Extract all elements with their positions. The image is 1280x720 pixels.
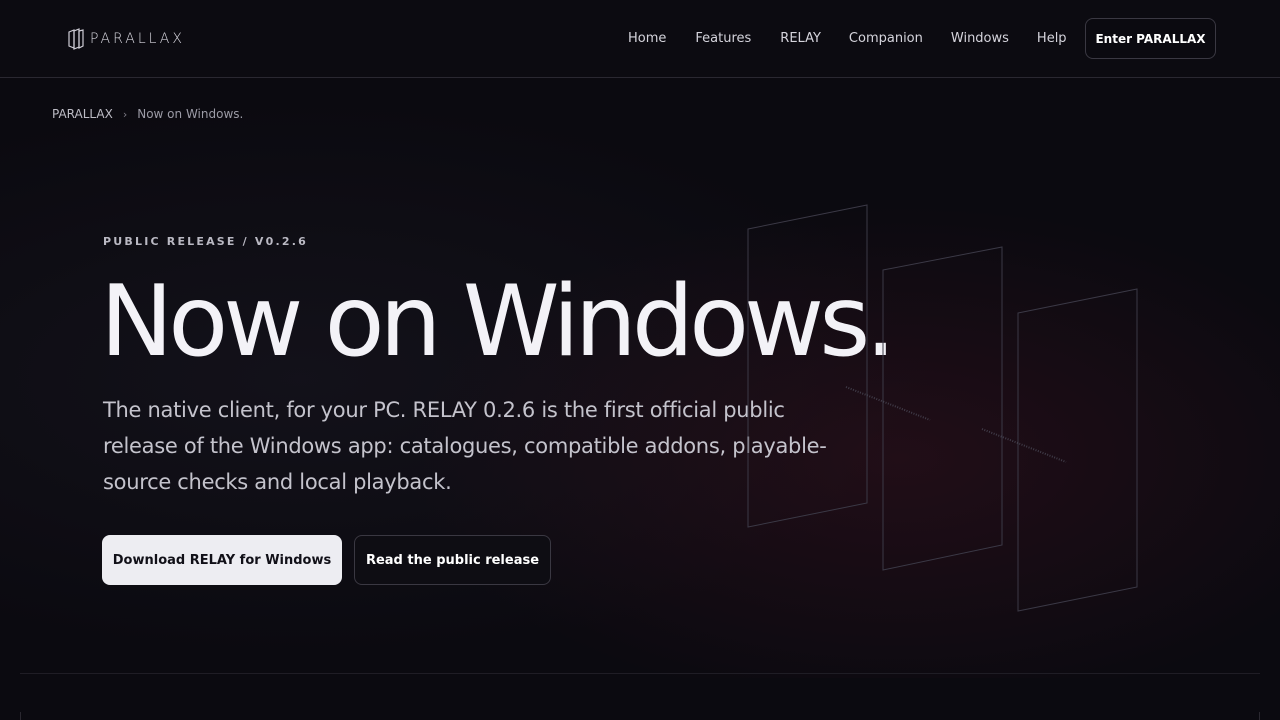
main-nav: Home Features RELAY Companion Windows He… bbox=[628, 31, 1067, 47]
nav-relay[interactable]: RELAY bbox=[780, 31, 821, 47]
breadcrumb-root[interactable]: PARALLAX bbox=[52, 107, 113, 121]
nav-windows[interactable]: Windows bbox=[951, 31, 1009, 47]
brand-name: PARALLAX bbox=[90, 31, 185, 47]
window-panels-illustration bbox=[747, 204, 1138, 612]
brand-logo[interactable]: PARALLAX bbox=[68, 28, 185, 50]
section-divider bbox=[20, 673, 1260, 674]
release-eyebrow: PUBLIC RELEASE / V0.2.6 bbox=[103, 235, 308, 248]
nav-companion[interactable]: Companion bbox=[849, 31, 923, 47]
breadcrumb: PARALLAX › Now on Windows. bbox=[52, 107, 243, 121]
top-navigation-bar: PARALLAX Home Features RELAY Companion W… bbox=[0, 0, 1280, 78]
panel-middle bbox=[882, 246, 1003, 571]
panel-left bbox=[747, 204, 868, 528]
breadcrumb-current: Now on Windows. bbox=[137, 107, 244, 121]
download-relay-button[interactable]: Download RELAY for Windows bbox=[102, 535, 342, 585]
nav-help[interactable]: Help bbox=[1037, 31, 1067, 47]
breadcrumb-separator: › bbox=[122, 107, 128, 121]
hero-description: The native client, for your PC. RELAY 0.… bbox=[103, 398, 827, 494]
parallax-logo-icon bbox=[68, 28, 84, 50]
enter-parallax-button[interactable]: Enter PARALLAX bbox=[1085, 18, 1216, 59]
read-release-button[interactable]: Read the public release bbox=[354, 535, 551, 585]
nav-features[interactable]: Features bbox=[695, 31, 751, 47]
next-section-frame bbox=[20, 712, 1260, 720]
nav-home[interactable]: Home bbox=[628, 31, 666, 47]
